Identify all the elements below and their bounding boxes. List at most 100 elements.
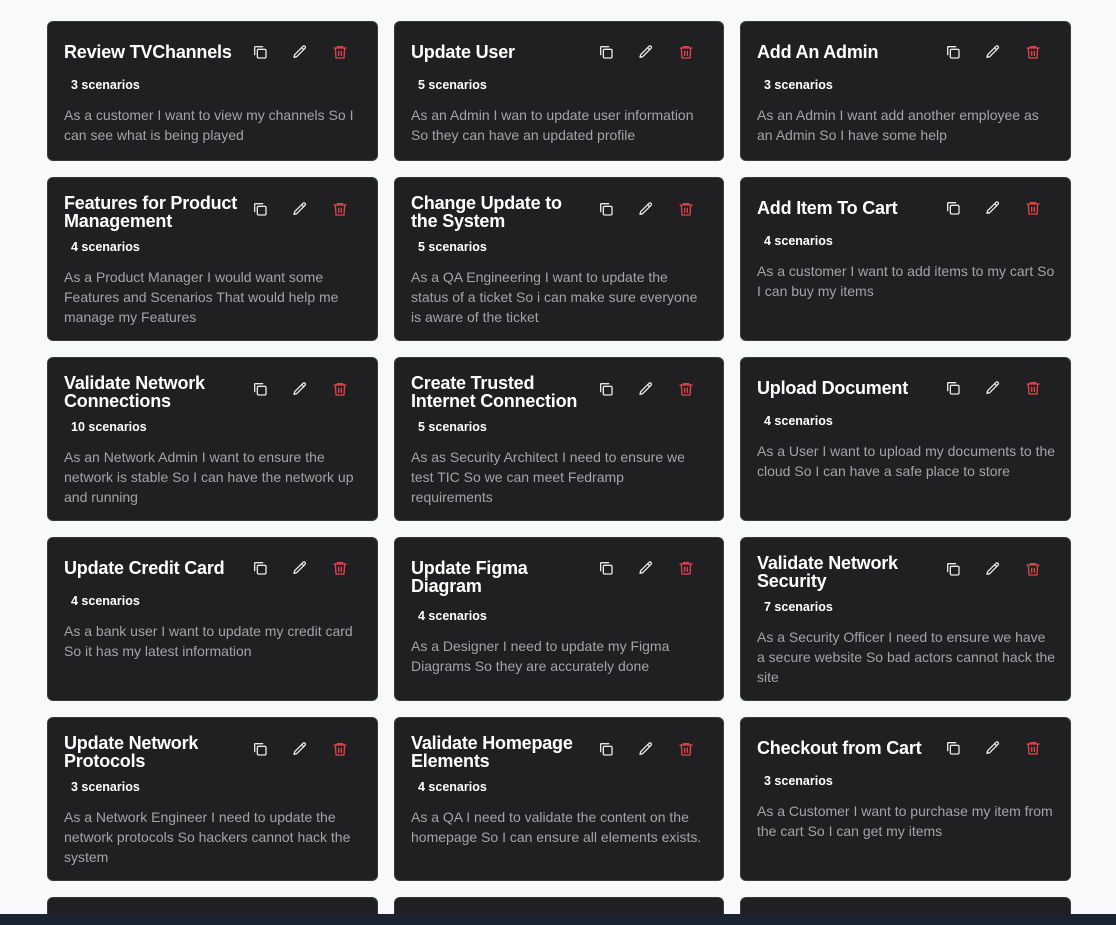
feature-card[interactable]: Review TVChannels 3 scenarios As a custo… — [47, 21, 378, 161]
card-actions — [240, 737, 360, 761]
feature-title[interactable]: Update Figma Diagram — [411, 559, 586, 595]
feature-card[interactable]: Checkout from Cart 3 scenarios As a Cust… — [740, 717, 1071, 881]
feature-title[interactable]: Update Credit Card — [64, 559, 225, 577]
edit-button[interactable] — [973, 196, 1013, 220]
copy-button[interactable] — [240, 556, 280, 580]
copy-button[interactable] — [586, 377, 626, 401]
feature-title[interactable]: Validate Network Security — [757, 554, 933, 590]
feature-card[interactable]: Update User 5 scenarios As an Admin I wa… — [394, 21, 724, 161]
trash-icon — [678, 201, 694, 217]
feature-card[interactable]: Add An Admin 3 scenarios As an Admin I w… — [740, 21, 1071, 161]
copy-button[interactable] — [586, 737, 626, 761]
feature-title[interactable]: Update User — [411, 43, 515, 61]
copy-icon — [598, 381, 614, 397]
feature-card[interactable]: Change Update to the System 5 scenarios … — [394, 177, 724, 341]
trash-icon — [1025, 561, 1041, 577]
feature-card[interactable]: Create Trusted Internet Connection 5 sce… — [394, 357, 724, 521]
feature-card[interactable]: Validate Homepage Elements 4 scenarios A… — [394, 717, 724, 881]
edit-button[interactable] — [280, 197, 320, 221]
delete-button[interactable] — [320, 197, 360, 221]
trash-icon — [332, 560, 348, 576]
page: Review TVChannels 3 scenarios As a custo… — [0, 0, 1116, 925]
delete-button[interactable] — [666, 197, 706, 221]
card-actions — [240, 556, 360, 580]
copy-button[interactable] — [586, 40, 626, 64]
edit-button[interactable] — [973, 736, 1013, 760]
feature-card[interactable]: Validate Network Security 7 scenarios As… — [740, 537, 1071, 701]
feature-title[interactable]: Create Trusted Internet Connection — [411, 374, 586, 410]
feature-description: As a QA Engineering I want to update the… — [411, 269, 698, 325]
pencil-icon — [985, 200, 1001, 216]
copy-button[interactable] — [933, 736, 973, 760]
scenario-count-badge: 4 scenarios — [71, 240, 140, 254]
copy-button[interactable] — [240, 377, 280, 401]
copy-button[interactable] — [933, 557, 973, 581]
card-header: Validate Network Connections — [64, 358, 361, 410]
delete-button[interactable] — [320, 40, 360, 64]
delete-button[interactable] — [666, 737, 706, 761]
edit-button[interactable] — [626, 737, 666, 761]
delete-button[interactable] — [1013, 196, 1053, 220]
feature-card[interactable]: Validate Network Connections 10 scenario… — [47, 357, 378, 521]
card-header: Create Trusted Internet Connection — [411, 358, 707, 410]
feature-title[interactable]: Validate Network Connections — [64, 374, 240, 410]
card-header: Add An Admin — [757, 22, 1054, 64]
copy-button[interactable] — [933, 196, 973, 220]
copy-button[interactable] — [240, 197, 280, 221]
delete-button[interactable] — [1013, 557, 1053, 581]
card-actions — [586, 40, 706, 64]
delete-button[interactable] — [1013, 736, 1053, 760]
feature-title[interactable]: Validate Homepage Elements — [411, 734, 586, 770]
edit-button[interactable] — [280, 40, 320, 64]
feature-title[interactable]: Add An Admin — [757, 43, 878, 61]
feature-title[interactable]: Checkout from Cart — [757, 739, 922, 757]
delete-button[interactable] — [1013, 376, 1053, 400]
delete-button[interactable] — [320, 377, 360, 401]
delete-button[interactable] — [320, 737, 360, 761]
scenario-count-badge: 10 scenarios — [71, 420, 147, 434]
delete-button[interactable] — [666, 556, 706, 580]
edit-button[interactable] — [973, 557, 1013, 581]
edit-button[interactable] — [280, 737, 320, 761]
edit-button[interactable] — [626, 40, 666, 64]
feature-card[interactable]: Features for Product Management 4 scenar… — [47, 177, 378, 341]
card-header: Update User — [411, 22, 707, 64]
copy-button[interactable] — [586, 197, 626, 221]
feature-card[interactable]: Update Credit Card 4 scenarios As a bank… — [47, 537, 378, 701]
feature-title[interactable]: Update Network Protocols — [64, 734, 240, 770]
feature-title[interactable]: Change Update to the System — [411, 194, 586, 230]
feature-description: As a Product Manager I would want some F… — [64, 269, 339, 325]
feature-title[interactable]: Add Item To Cart — [757, 199, 898, 217]
feature-title[interactable]: Upload Document — [757, 379, 908, 397]
copy-button[interactable] — [240, 737, 280, 761]
feature-card[interactable]: Upload Document 4 scenarios As a User I … — [740, 357, 1071, 521]
trash-icon — [332, 741, 348, 757]
card-actions — [933, 736, 1053, 760]
scenario-count-badge: 3 scenarios — [764, 78, 833, 92]
copy-button[interactable] — [933, 40, 973, 64]
feature-title[interactable]: Features for Product Management — [64, 194, 240, 230]
feature-description: As a customer I want to view my channels… — [64, 107, 354, 143]
delete-button[interactable] — [666, 377, 706, 401]
edit-button[interactable] — [626, 377, 666, 401]
feature-card[interactable]: Add Item To Cart 4 scenarios As a custom… — [740, 177, 1071, 341]
edit-button[interactable] — [280, 556, 320, 580]
edit-button[interactable] — [626, 556, 666, 580]
trash-icon — [332, 44, 348, 60]
scenario-count-badge: 4 scenarios — [764, 414, 833, 428]
feature-card[interactable]: Update Figma Diagram 4 scenarios As a De… — [394, 537, 724, 701]
edit-button[interactable] — [280, 377, 320, 401]
feature-title[interactable]: Review TVChannels — [64, 43, 232, 61]
delete-button[interactable] — [666, 40, 706, 64]
edit-button[interactable] — [973, 376, 1013, 400]
edit-button[interactable] — [626, 197, 666, 221]
copy-button[interactable] — [240, 40, 280, 64]
delete-button[interactable] — [1013, 40, 1053, 64]
card-header: Features for Product Management — [64, 178, 361, 230]
delete-button[interactable] — [320, 556, 360, 580]
pencil-icon — [292, 44, 308, 60]
edit-button[interactable] — [973, 40, 1013, 64]
copy-button[interactable] — [586, 556, 626, 580]
copy-button[interactable] — [933, 376, 973, 400]
feature-card[interactable]: Update Network Protocols 3 scenarios As … — [47, 717, 378, 881]
